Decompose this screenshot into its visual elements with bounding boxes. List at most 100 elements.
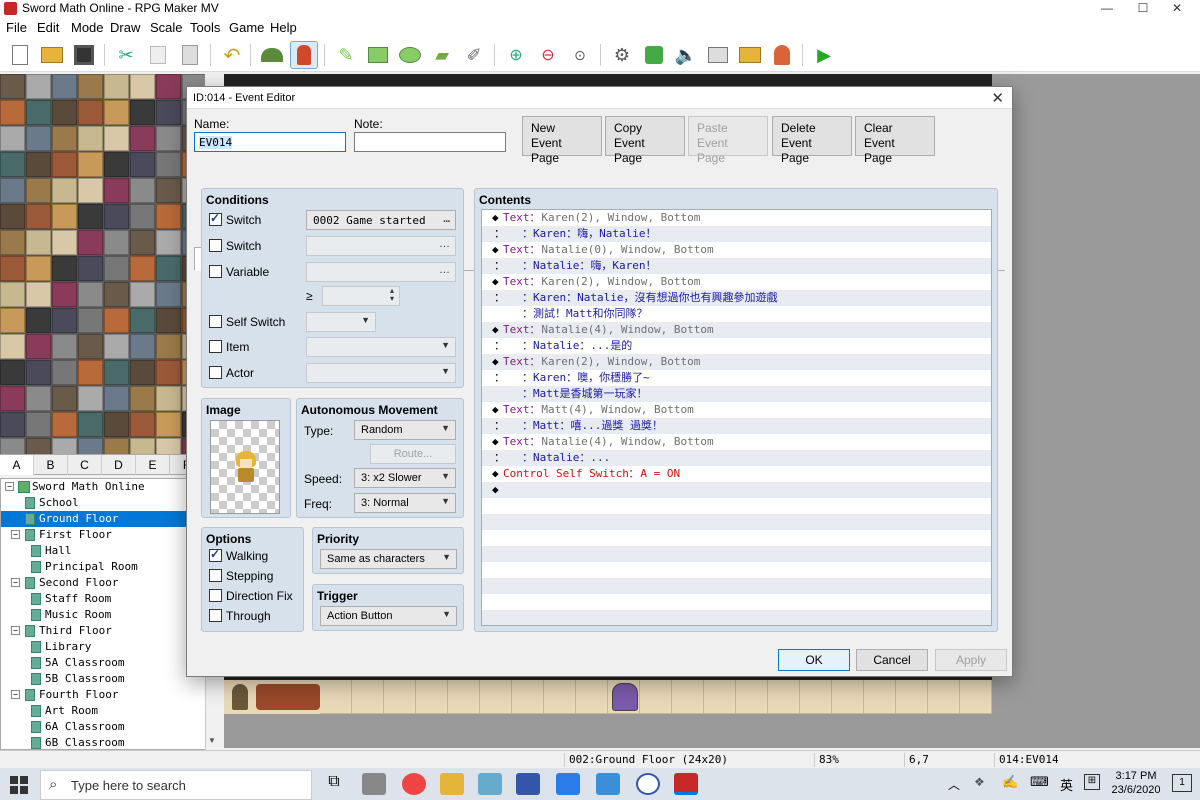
clear-event-page-button[interactable]: Clear Event Page — [855, 116, 935, 165]
command-line[interactable]: ◆ Text： Natalie(4), Window, Bottom — [482, 434, 991, 450]
dropbox-icon[interactable]: ❖ — [974, 775, 985, 789]
tile[interactable] — [130, 360, 155, 385]
close-window-button[interactable]: ✕ — [1154, 0, 1200, 17]
command-line[interactable]: ：測試！Matt和你同隊？ — [482, 306, 991, 322]
variable-value-spinner[interactable]: ▴ ▾ — [322, 286, 400, 306]
tile[interactable] — [0, 256, 25, 281]
note-field[interactable] — [354, 132, 506, 152]
keyboard-icon[interactable]: ⌨ — [1030, 774, 1049, 790]
tile[interactable] — [156, 334, 181, 359]
tile[interactable] — [0, 438, 25, 454]
store-icon[interactable] — [596, 773, 620, 795]
command-line[interactable]: ◆ Text： Natalie(4), Window, Bottom — [482, 322, 991, 338]
dialog-close-icon[interactable]: ✕ — [991, 89, 1004, 107]
name-field[interactable]: EV014 — [194, 132, 346, 152]
floor-tile[interactable] — [960, 680, 992, 714]
command-line[interactable]: ：Matt是香城第一玩家！ — [482, 386, 991, 402]
tile[interactable] — [130, 334, 155, 359]
tile[interactable] — [0, 360, 25, 385]
command-line[interactable]: ◆ Text： Natalie(0), Window, Bottom — [482, 242, 991, 258]
rpg-maker-taskbar-icon[interactable] — [674, 773, 698, 795]
tile[interactable] — [0, 74, 25, 99]
tile[interactable] — [52, 438, 77, 454]
ellipse-icon[interactable] — [396, 41, 424, 69]
tree-expander-icon[interactable]: − — [11, 626, 20, 635]
command-line[interactable]: ： ：Natalie：... — [482, 450, 991, 466]
tile[interactable] — [78, 334, 103, 359]
mail-icon[interactable] — [556, 773, 580, 795]
tileset-tab-b[interactable]: B — [34, 455, 68, 475]
tile[interactable] — [52, 74, 77, 99]
tile[interactable] — [52, 126, 77, 151]
command-line[interactable]: ◆ Text： Karen(2), Window, Bottom — [482, 210, 991, 226]
floor-tile[interactable] — [384, 680, 416, 714]
tile[interactable] — [26, 334, 51, 359]
floor-tile[interactable] — [576, 680, 608, 714]
copy-icon[interactable] — [144, 41, 172, 69]
event-image-preview[interactable] — [210, 420, 280, 514]
actor-checkbox[interactable] — [209, 366, 222, 379]
clock-date[interactable]: 23/6/2020 — [1108, 784, 1164, 796]
tile[interactable] — [0, 412, 25, 437]
tile[interactable] — [156, 230, 181, 255]
tile[interactable] — [104, 100, 129, 125]
route-button[interactable]: Route... — [370, 444, 456, 464]
floor-tile[interactable] — [928, 680, 960, 714]
notification-icon[interactable]: 1 — [1172, 774, 1192, 792]
item-dropdown[interactable]: ▼ — [306, 337, 456, 357]
floor-tile[interactable] — [640, 680, 672, 714]
rectangle-icon[interactable] — [364, 41, 392, 69]
tile[interactable] — [130, 438, 155, 454]
map-tree-item[interactable]: 6A Classroom — [1, 719, 206, 735]
tree-expander-icon[interactable]: − — [5, 482, 14, 491]
tile[interactable] — [78, 100, 103, 125]
paste-icon[interactable] — [176, 41, 204, 69]
ime-mode-icon[interactable]: ⊞ — [1084, 774, 1100, 790]
map-tree-item[interactable]: − Sword Math Online — [1, 479, 206, 495]
command-line[interactable]: ◆ Text： Matt(4), Window, Bottom — [482, 402, 991, 418]
tile[interactable] — [156, 360, 181, 385]
tile[interactable] — [104, 230, 129, 255]
floor-tile[interactable] — [448, 680, 480, 714]
command-line[interactable]: ： ：Karen：噢，你穩勝了~ — [482, 370, 991, 386]
ok-button[interactable]: OK — [778, 649, 850, 671]
tile[interactable] — [156, 100, 181, 125]
map-tree-item[interactable]: Music Room — [1, 607, 206, 623]
tile[interactable] — [104, 412, 129, 437]
tile[interactable] — [130, 126, 155, 151]
tile[interactable] — [130, 412, 155, 437]
save-icon[interactable] — [70, 41, 98, 69]
actual-size-icon[interactable]: ⊙ — [566, 41, 594, 69]
tile[interactable] — [0, 334, 25, 359]
task-view-icon[interactable]: ⧉ — [322, 773, 346, 795]
shadow-pen-icon[interactable]: ✐ — [460, 41, 488, 69]
tile[interactable] — [26, 126, 51, 151]
tile[interactable] — [78, 438, 103, 454]
tile[interactable] — [52, 334, 77, 359]
tile[interactable] — [130, 230, 155, 255]
event-searcher-icon[interactable] — [704, 41, 732, 69]
paint-icon[interactable] — [478, 773, 502, 795]
paste-event-page-button[interactable]: Paste Event Page — [688, 116, 768, 165]
menu-tools[interactable]: Tools — [190, 20, 220, 35]
zoom-out-icon[interactable]: ⊖ — [534, 41, 562, 69]
tile[interactable] — [130, 178, 155, 203]
tile[interactable] — [26, 386, 51, 411]
tile[interactable] — [78, 386, 103, 411]
copy-event-page-button[interactable]: Copy Event Page — [605, 116, 685, 165]
tile[interactable] — [26, 230, 51, 255]
tile[interactable] — [26, 152, 51, 177]
tileset-tab-e[interactable]: E — [136, 455, 170, 475]
chrome-icon[interactable] — [402, 773, 426, 795]
tile[interactable] — [26, 308, 51, 333]
open-project-icon[interactable] — [38, 41, 66, 69]
playtest-icon[interactable]: ▶ — [810, 41, 838, 69]
floor-tile[interactable] — [480, 680, 512, 714]
character-generator-icon[interactable] — [768, 41, 796, 69]
tile[interactable] — [156, 386, 181, 411]
tile[interactable] — [156, 282, 181, 307]
floor-tile[interactable] — [544, 680, 576, 714]
npc-sprite[interactable] — [612, 683, 638, 711]
command-line[interactable]: ： ：Karen：Natalie，沒有想過你也有興趣參加遊戲 — [482, 290, 991, 306]
database-icon[interactable]: ⚙ — [608, 41, 636, 69]
